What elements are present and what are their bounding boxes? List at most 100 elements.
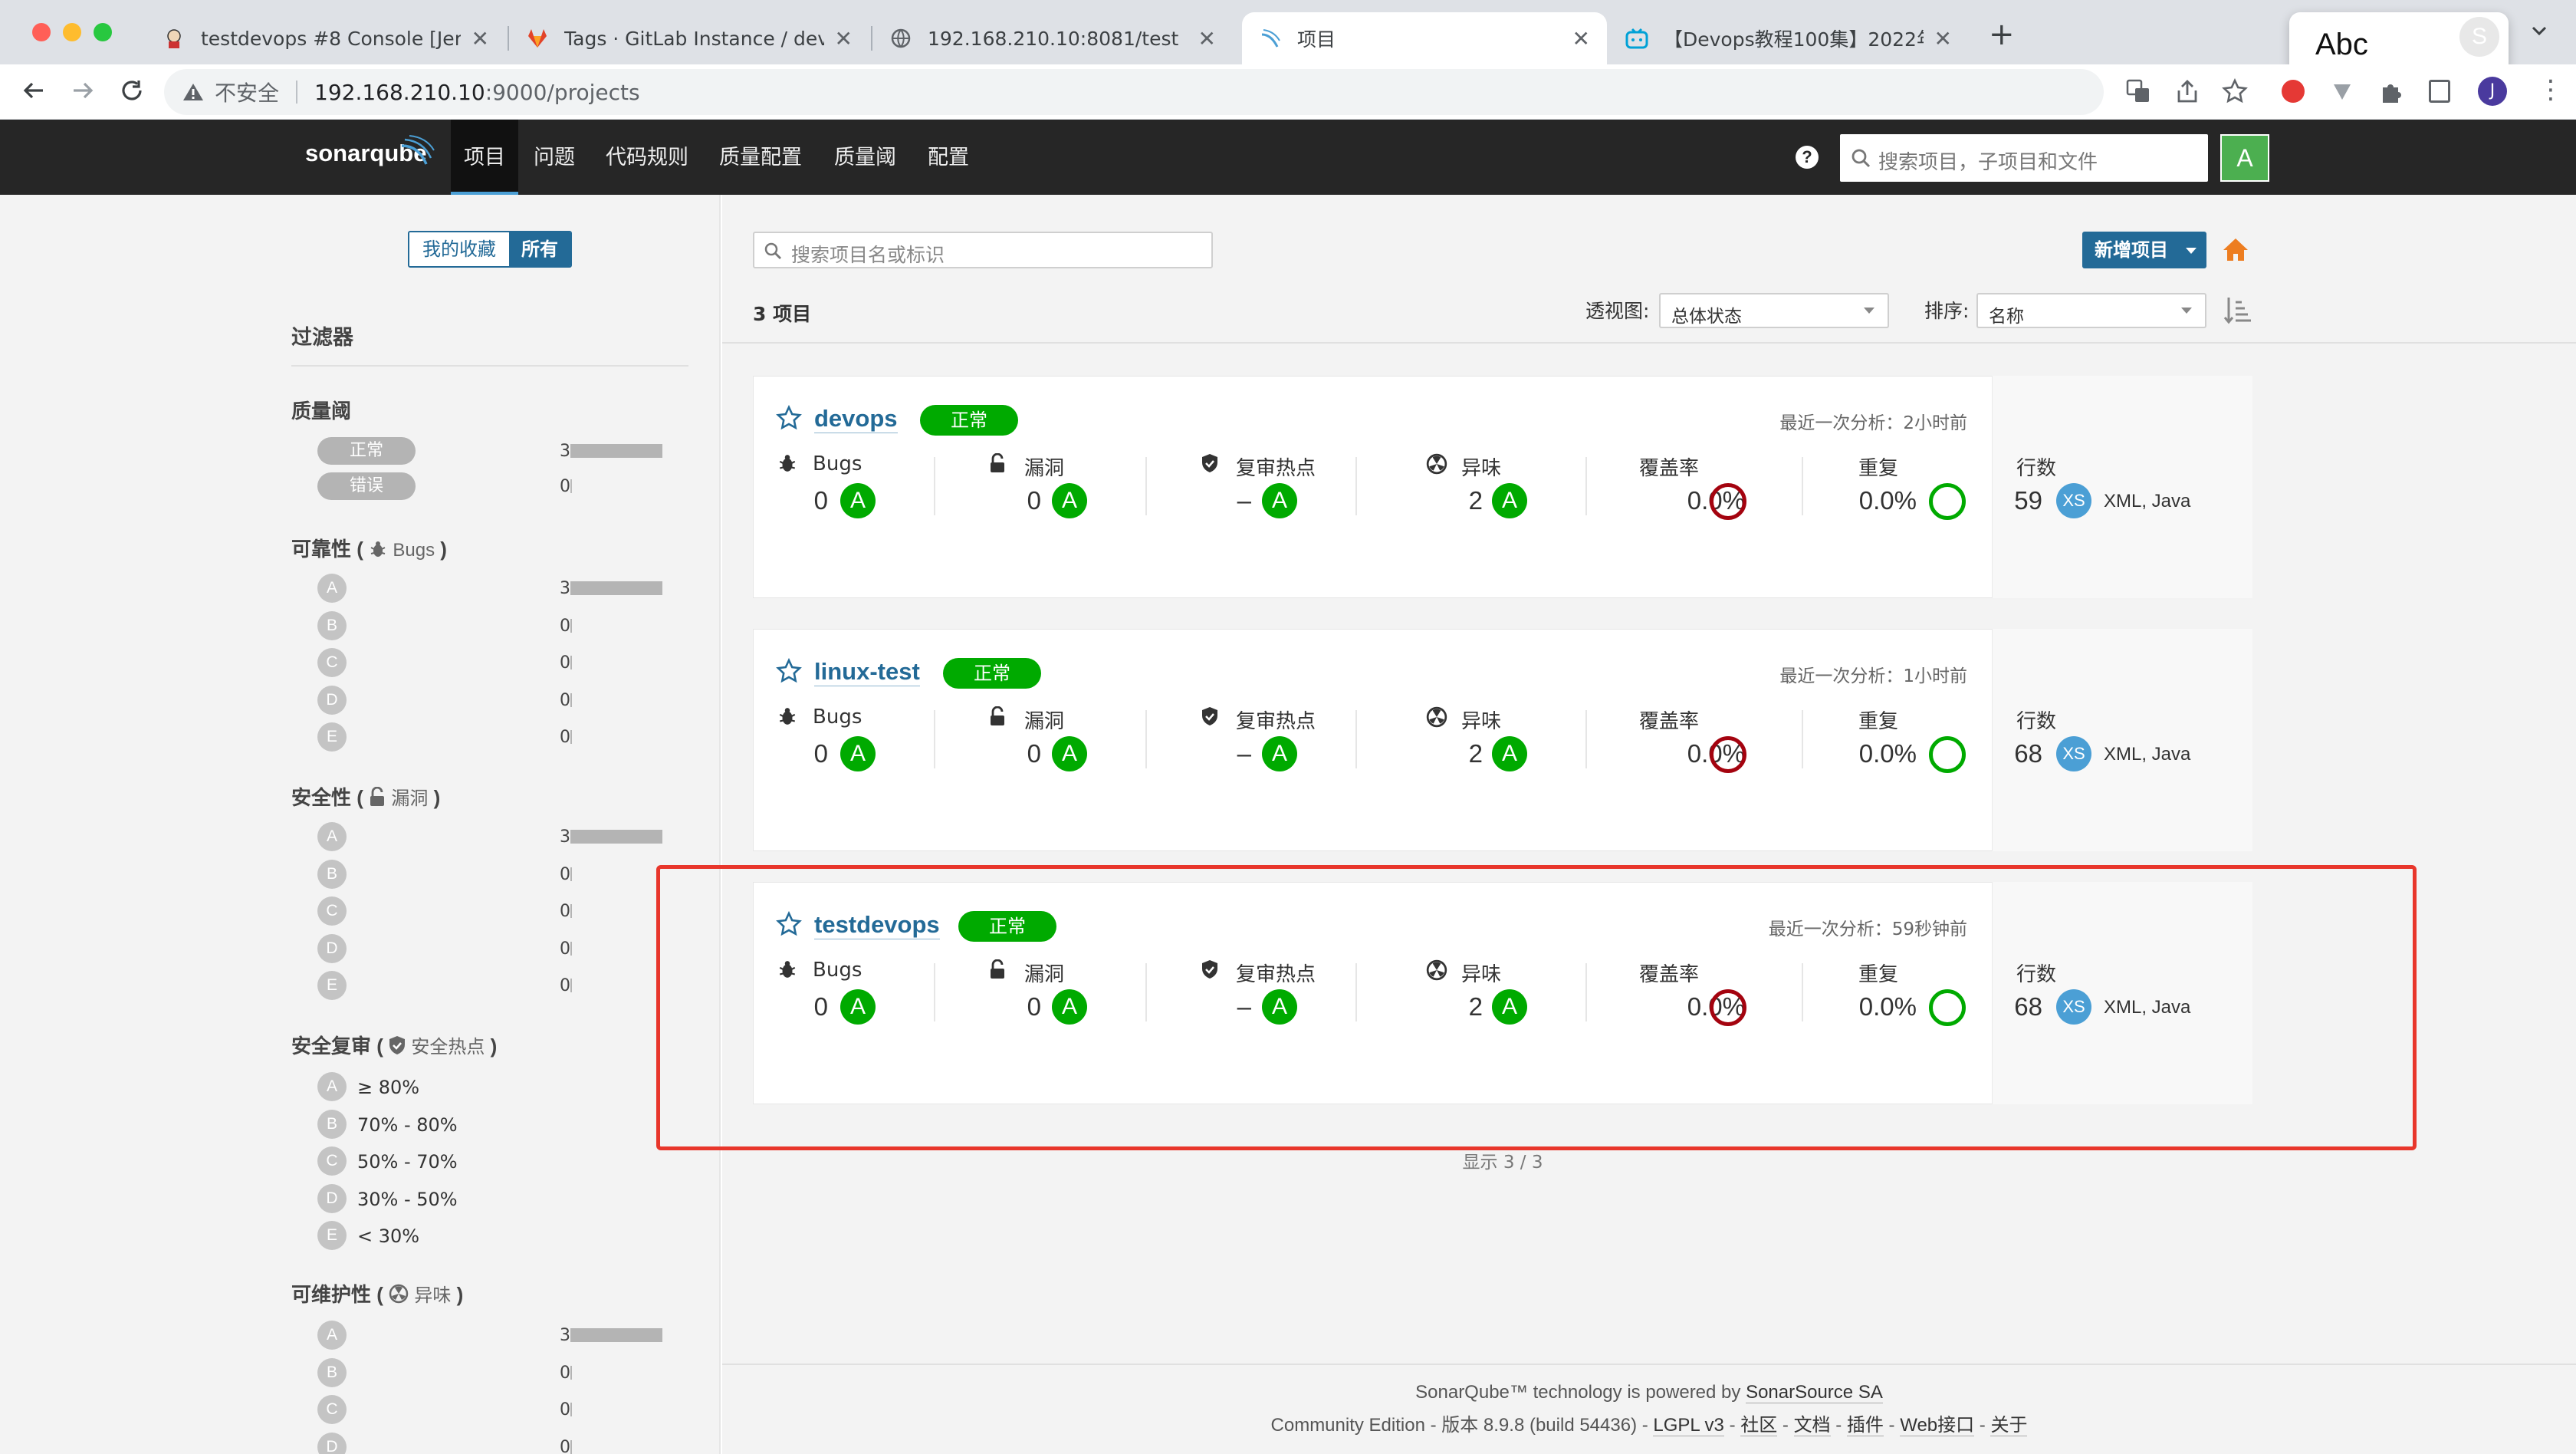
home-icon[interactable] [2222,236,2249,264]
new-project-button[interactable]: 新增项目 [2082,232,2206,268]
bugs-value[interactable]: 0 [767,739,828,768]
user-avatar[interactable]: A [2220,134,2269,182]
bugs-rating[interactable]: A [840,483,876,518]
vulns-value[interactable]: 0 [980,486,1041,515]
quality-gate-option[interactable]: 正常 [317,437,416,465]
address-bar[interactable]: 不安全 192.168.210.10:9000/projects [164,69,2104,115]
footer-link[interactable]: LGPL v3 [1653,1415,1724,1436]
sort-select[interactable]: 名称 [1976,293,2206,328]
quality-gate-option[interactable]: 错误 [317,472,416,500]
close-window-button[interactable] [32,23,51,41]
rating-c-option[interactable]: C [317,896,347,926]
project-name-link[interactable]: linux-test [814,658,920,686]
hotspots-value[interactable]: – [1190,486,1251,515]
side-panel-icon[interactable] [2429,80,2450,103]
rating-c-option[interactable]: C [317,648,347,677]
smells-rating[interactable]: A [1492,483,1527,518]
close-icon[interactable]: ✕ [1934,26,1952,51]
forward-icon[interactable] [69,77,97,104]
nav-rules[interactable]: 代码规则 [606,120,688,195]
bugs-value[interactable]: 0 [767,992,828,1021]
bookmark-star-icon[interactable] [2222,78,2248,104]
smells-rating[interactable]: A [1492,989,1527,1025]
rating-b-option[interactable]: B [317,859,347,889]
footer-link[interactable]: 社区 [1740,1415,1778,1436]
smells-value[interactable]: 2 [1421,992,1483,1021]
vulns-value[interactable]: 0 [980,992,1041,1021]
smells-rating[interactable]: A [1492,736,1527,771]
rating-b-option[interactable]: B [317,1109,347,1139]
close-icon[interactable]: ✕ [472,26,489,51]
bugs-rating[interactable]: A [840,989,876,1025]
new-tab-button[interactable]: + [1989,17,2015,52]
rating-a-option[interactable]: A [317,1072,347,1101]
vulns-rating[interactable]: A [1052,483,1087,518]
close-icon[interactable]: ✕ [1198,26,1216,51]
smells-value[interactable]: 2 [1421,486,1483,515]
smells-value[interactable]: 2 [1421,739,1483,768]
bugs-value[interactable]: 0 [767,486,828,515]
maximize-window-button[interactable] [94,23,112,41]
minimize-window-button[interactable] [63,23,81,41]
back-icon[interactable] [20,77,48,104]
all-projects-button[interactable]: 所有 [509,232,570,266]
rating-d-option[interactable]: D [317,933,347,963]
rating-d-option[interactable]: D [317,685,347,715]
extension-adblock-icon[interactable] [2282,80,2305,103]
tab-test[interactable]: 192.168.210.10:8081/test ✕ [872,12,1233,64]
hotspots-rating[interactable]: A [1262,989,1297,1025]
nav-administration[interactable]: 配置 [928,120,969,195]
extensions-puzzle-icon[interactable] [2378,78,2404,104]
tab-search-chevron-icon[interactable] [2532,26,2547,41]
project-name-link[interactable]: devops [814,405,898,433]
nav-issues[interactable]: 问题 [534,120,575,195]
hotspots-value[interactable]: – [1190,992,1251,1021]
rating-c-option[interactable]: C [317,1395,347,1424]
nav-quality-profiles[interactable]: 质量配置 [719,120,802,195]
rating-e-option[interactable]: E [317,1221,347,1250]
rating-b-option[interactable]: B [317,610,347,640]
rating-a-option[interactable]: A [317,574,347,603]
nav-quality-gates[interactable]: 质量阈 [834,120,896,195]
project-search-input[interactable]: 搜索项目名或标识 [753,232,1213,268]
rating-a-option[interactable]: A [317,822,347,851]
bugs-rating[interactable]: A [840,736,876,771]
hotspots-value[interactable]: – [1190,739,1251,768]
favorite-star-icon[interactable] [776,658,802,684]
perspective-select[interactable]: 总体状态 [1659,293,1889,328]
rating-d-option[interactable]: D [317,1183,347,1213]
extension-dropdown-icon[interactable] [2331,80,2354,103]
sort-order-icon[interactable] [2223,296,2251,325]
kebab-menu-icon[interactable]: ⋮ [2538,77,2564,103]
close-icon[interactable]: ✕ [1572,26,1590,51]
duplications-value[interactable]: 0.0% [1834,486,1917,515]
vulns-rating[interactable]: A [1052,736,1087,771]
footer-link[interactable]: 关于 [1990,1415,2028,1436]
project-name-link[interactable]: testdevops [814,911,940,939]
nav-projects[interactable]: 项目 [451,120,518,195]
global-search-input[interactable]: 搜索项目，子项目和文件 [1840,134,2208,182]
tab-sonarqube[interactable]: 项目 ✕ [1242,12,1607,64]
vulns-value[interactable]: 0 [980,739,1041,768]
rating-e-option[interactable]: E [317,722,347,752]
tab-bilibili[interactable]: 【Devops教程100集】2022年B站 ✕ [1608,12,1969,64]
favorite-star-icon[interactable] [776,405,802,431]
duplications-value[interactable]: 0.0% [1834,739,1917,768]
footer-link[interactable]: 文档 [1793,1415,1831,1436]
rating-a-option[interactable]: A [317,1321,347,1350]
rating-b-option[interactable]: B [317,1357,347,1387]
help-icon[interactable]: ? [1796,146,1819,169]
reload-icon[interactable] [118,77,146,104]
hotspots-rating[interactable]: A [1262,483,1297,518]
favorite-star-icon[interactable] [776,911,802,937]
footer-link[interactable]: 插件 [1846,1415,1884,1436]
vulns-rating[interactable]: A [1052,989,1087,1025]
rating-e-option[interactable]: E [317,971,347,1000]
my-favorites-button[interactable]: 我的收藏 [409,232,509,266]
duplications-value[interactable]: 0.0% [1834,992,1917,1021]
tab-jenkins[interactable]: testdevops #8 Console [Jenkins] ✕ [146,12,506,64]
profile-avatar[interactable]: J [2478,77,2507,106]
share-icon[interactable] [2174,78,2200,104]
sonarsource-link[interactable]: SonarSource SA [1746,1382,1883,1403]
close-icon[interactable]: ✕ [835,26,853,51]
